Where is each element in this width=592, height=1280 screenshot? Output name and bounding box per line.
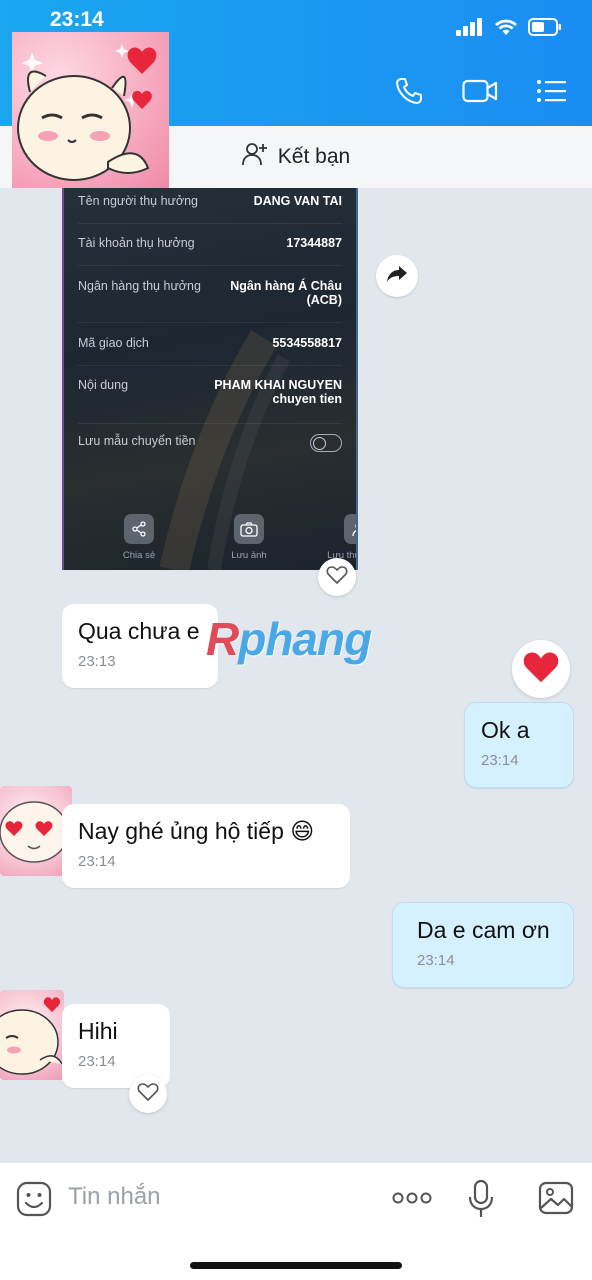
message-time: 23:14 — [78, 853, 116, 870]
receipt-share-action[interactable]: Chia sẻ — [104, 514, 174, 561]
add-friend-label: Kết bạn — [277, 145, 351, 168]
like-button[interactable] — [129, 1075, 167, 1113]
receipt-label: Tên người thụ hưởng — [78, 194, 199, 208]
message-text: Nay ghé ủng hộ tiếp 😄 — [78, 818, 315, 844]
receipt-label: Lưu mẫu chuyển tiền — [78, 434, 196, 448]
save-template-toggle[interactable] — [310, 434, 342, 452]
image-gallery-icon[interactable] — [538, 1181, 574, 1220]
heart-outline-icon — [137, 1082, 159, 1107]
save-image-label: Lưu ảnh — [231, 550, 267, 561]
home-indicator — [190, 1262, 402, 1269]
contact-avatar[interactable] — [12, 32, 169, 188]
transfer-receipt-image[interactable]: Tên người thụ hưởng DANG VAN TAI Tài kho… — [62, 188, 358, 570]
message-bubble-incoming[interactable]: Qua chưa e 23:13 — [62, 604, 218, 688]
receipt-value: Ngân hàng Á Châu (ACB) — [230, 279, 342, 307]
receipt-save-image-action[interactable]: Lưu ảnh — [214, 514, 284, 561]
emoji-sticker-icon[interactable] — [16, 1181, 52, 1222]
receipt-actions: Chia sẻ Lưu ảnh Lưu thụ hưởng — [104, 514, 356, 561]
wifi-icon — [494, 18, 518, 41]
signal-icon — [456, 18, 484, 41]
receipt-row: Lưu mẫu chuyển tiền — [78, 434, 342, 464]
receipt-value: PHAM KHAI NGUYEN chuyen tien — [214, 378, 342, 406]
forward-button[interactable] — [376, 255, 418, 297]
message-text: Da e cam ơn — [417, 917, 550, 943]
sender-avatar[interactable] — [0, 990, 64, 1080]
video-call-icon[interactable] — [462, 78, 498, 109]
share-icon — [124, 514, 154, 544]
watermark-text: phang — [238, 613, 372, 665]
phone-icon[interactable] — [394, 76, 424, 111]
receipt-label: Nội dung — [78, 378, 129, 392]
menu-list-icon[interactable] — [536, 79, 566, 108]
receipt-value: 17344887 — [286, 236, 342, 250]
forward-arrow-icon — [386, 265, 408, 288]
heart-outline-icon — [326, 565, 348, 590]
receipt-value: 5534558817 — [272, 336, 342, 350]
message-bubble-incoming[interactable]: Nay ghé ủng hộ tiếp 😄 23:14 — [62, 804, 350, 888]
receipt-label: Mã giao dịch — [78, 336, 149, 350]
message-text: Qua chưa e — [78, 618, 200, 644]
receipt-row: Nội dung PHAM KHAI NGUYEN chuyen tien — [78, 378, 342, 424]
status-time: 23:14 — [50, 8, 104, 31]
battery-icon — [528, 18, 562, 41]
receipt-row: Tài khoản thụ hưởng 17344887 — [78, 236, 342, 266]
watermark-logo: Rphang — [206, 612, 372, 666]
message-time: 23:13 — [78, 653, 116, 670]
header-actions — [394, 76, 566, 111]
message-time: 23:14 — [417, 952, 455, 969]
receipt-row: Mã giao dịch 5534558817 — [78, 336, 342, 366]
more-options-icon[interactable] — [392, 1191, 432, 1210]
message-bubble-outgoing[interactable]: Ok a 23:14 — [464, 702, 574, 788]
heart-reaction[interactable] — [512, 640, 570, 698]
add-user-icon — [241, 142, 268, 172]
share-label: Chia sẻ — [122, 550, 156, 561]
camera-icon — [234, 514, 264, 544]
microphone-icon[interactable] — [468, 1179, 494, 1224]
watermark-r: R — [206, 613, 239, 665]
message-input[interactable]: Tin nhắn — [68, 1183, 161, 1211]
message-time: 23:14 — [481, 752, 519, 769]
like-button[interactable] — [318, 558, 356, 596]
receipt-row: Ngân hàng thụ hưởng Ngân hàng Á Châu (AC… — [78, 279, 342, 323]
receipt-value: DANG VAN TAI — [253, 194, 342, 208]
heart-icon — [522, 650, 560, 689]
status-indicators — [456, 18, 562, 41]
message-text: Ok a — [481, 717, 530, 743]
message-text: Hihi — [78, 1018, 118, 1044]
message-bubble-outgoing[interactable]: Da e cam ơn 23:14 — [392, 902, 574, 988]
receipt-label: Ngân hàng thụ hưởng — [78, 279, 201, 293]
message-time: 23:14 — [78, 1053, 116, 1070]
user-icon — [344, 514, 356, 544]
receipt-label: Tài khoản thụ hưởng — [78, 236, 195, 250]
receipt-row: Tên người thụ hưởng DANG VAN TAI — [78, 194, 342, 224]
receipt-save-beneficiary-action[interactable]: Lưu thụ hưởng — [324, 514, 356, 561]
